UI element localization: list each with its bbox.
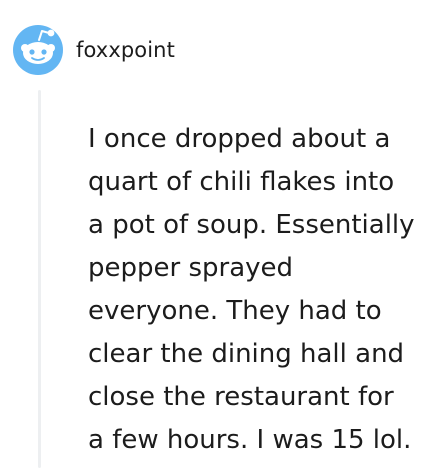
comment: foxxpoint I once dropped about a quart o… [0, 0, 440, 468]
comment-header: foxxpoint [12, 24, 175, 76]
comment-body: I once dropped about a quart of chili fl… [88, 124, 415, 455]
reddit-snoo-avatar-icon[interactable] [12, 24, 64, 76]
thread-collapse-line[interactable] [38, 90, 41, 468]
username[interactable]: foxxpoint [76, 39, 175, 61]
